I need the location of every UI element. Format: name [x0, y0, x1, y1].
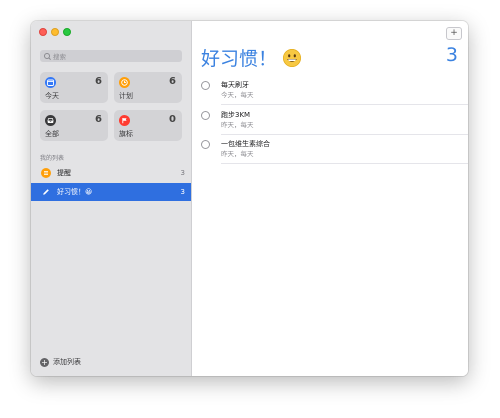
page-title: 好习惯！	[201, 44, 302, 71]
sidebar-item-count: 3	[180, 169, 185, 177]
close-button[interactable]	[39, 28, 47, 36]
sidebar-item-label: 提醒	[57, 169, 71, 177]
smart-list-count: 6	[95, 114, 102, 125]
add-list-label: 添加列表	[53, 358, 81, 366]
divider	[221, 134, 468, 135]
task-row[interactable]: 每天刷牙 今天，每天	[201, 77, 468, 105]
smart-list-label: 今天	[45, 92, 59, 100]
list-title-text: 好习惯！	[201, 48, 278, 70]
task-row[interactable]: 跑步3KM 昨天，每天	[201, 107, 468, 135]
add-reminder-button[interactable]: +	[446, 27, 462, 40]
smart-list-flagged[interactable]: 0 旗标	[114, 110, 182, 141]
smart-list-today[interactable]: 6 今天	[40, 72, 108, 103]
smart-list-count: 6	[95, 76, 102, 87]
my-lists-heading: 我的列表	[40, 155, 65, 162]
smart-list-label: 旗标	[119, 130, 133, 138]
task-checkbox[interactable]	[201, 140, 210, 149]
pencil-icon	[41, 187, 51, 197]
window-controls	[39, 28, 71, 36]
search-placeholder: 搜索	[53, 53, 66, 61]
tray-icon	[45, 115, 56, 126]
task-checkbox[interactable]	[201, 111, 210, 120]
sidebar: 搜索 6 今天 6 计划 6 全部 0 旗标 我的列表 提醒 3 好习惯！😀 3…	[31, 21, 192, 376]
flag-icon	[119, 115, 130, 126]
smart-list-label: 全部	[45, 130, 59, 138]
task-subtitle: 今天，每天	[221, 91, 254, 99]
sidebar-item-label: 好习惯！😀	[57, 188, 93, 196]
sidebar-item-count: 3	[180, 188, 185, 196]
smart-list-all[interactable]: 6 全部	[40, 110, 108, 141]
task-row[interactable]: 一包维生素综合 昨天，每天	[201, 136, 468, 164]
zoom-button[interactable]	[63, 28, 71, 36]
smart-list-count: 0	[169, 114, 176, 125]
task-checkbox[interactable]	[201, 81, 210, 90]
reminders-window: 搜索 6 今天 6 计划 6 全部 0 旗标 我的列表 提醒 3 好习惯！😀 3…	[31, 21, 468, 376]
search-icon	[44, 53, 50, 59]
divider	[221, 104, 468, 105]
smart-list-label: 计划	[119, 92, 133, 100]
clock-icon	[119, 77, 130, 88]
task-subtitle: 昨天，每天	[221, 150, 254, 158]
sidebar-item-good-habits[interactable]: 好习惯！😀 3	[31, 183, 191, 201]
calendar-icon	[45, 77, 56, 88]
reminder-list-pane: + 好习惯！ 3 每天刷牙 今天，每天 跑步3KM 昨天，每天 一包维生素综合 …	[192, 21, 468, 376]
list-count: 3	[445, 44, 458, 66]
smart-list-scheduled[interactable]: 6 计划	[114, 72, 182, 103]
grinning-face-icon	[283, 48, 302, 67]
smart-list-count: 6	[169, 76, 176, 87]
sidebar-item-reminders[interactable]: 提醒 3	[31, 164, 191, 182]
divider	[221, 163, 468, 164]
plus-circle-icon: +	[40, 357, 49, 367]
task-subtitle: 昨天，每天	[221, 121, 254, 129]
minimize-button[interactable]	[51, 28, 59, 36]
list-icon	[41, 168, 51, 178]
search-input[interactable]: 搜索	[40, 50, 182, 62]
add-list-button[interactable]: + 添加列表	[40, 357, 81, 367]
